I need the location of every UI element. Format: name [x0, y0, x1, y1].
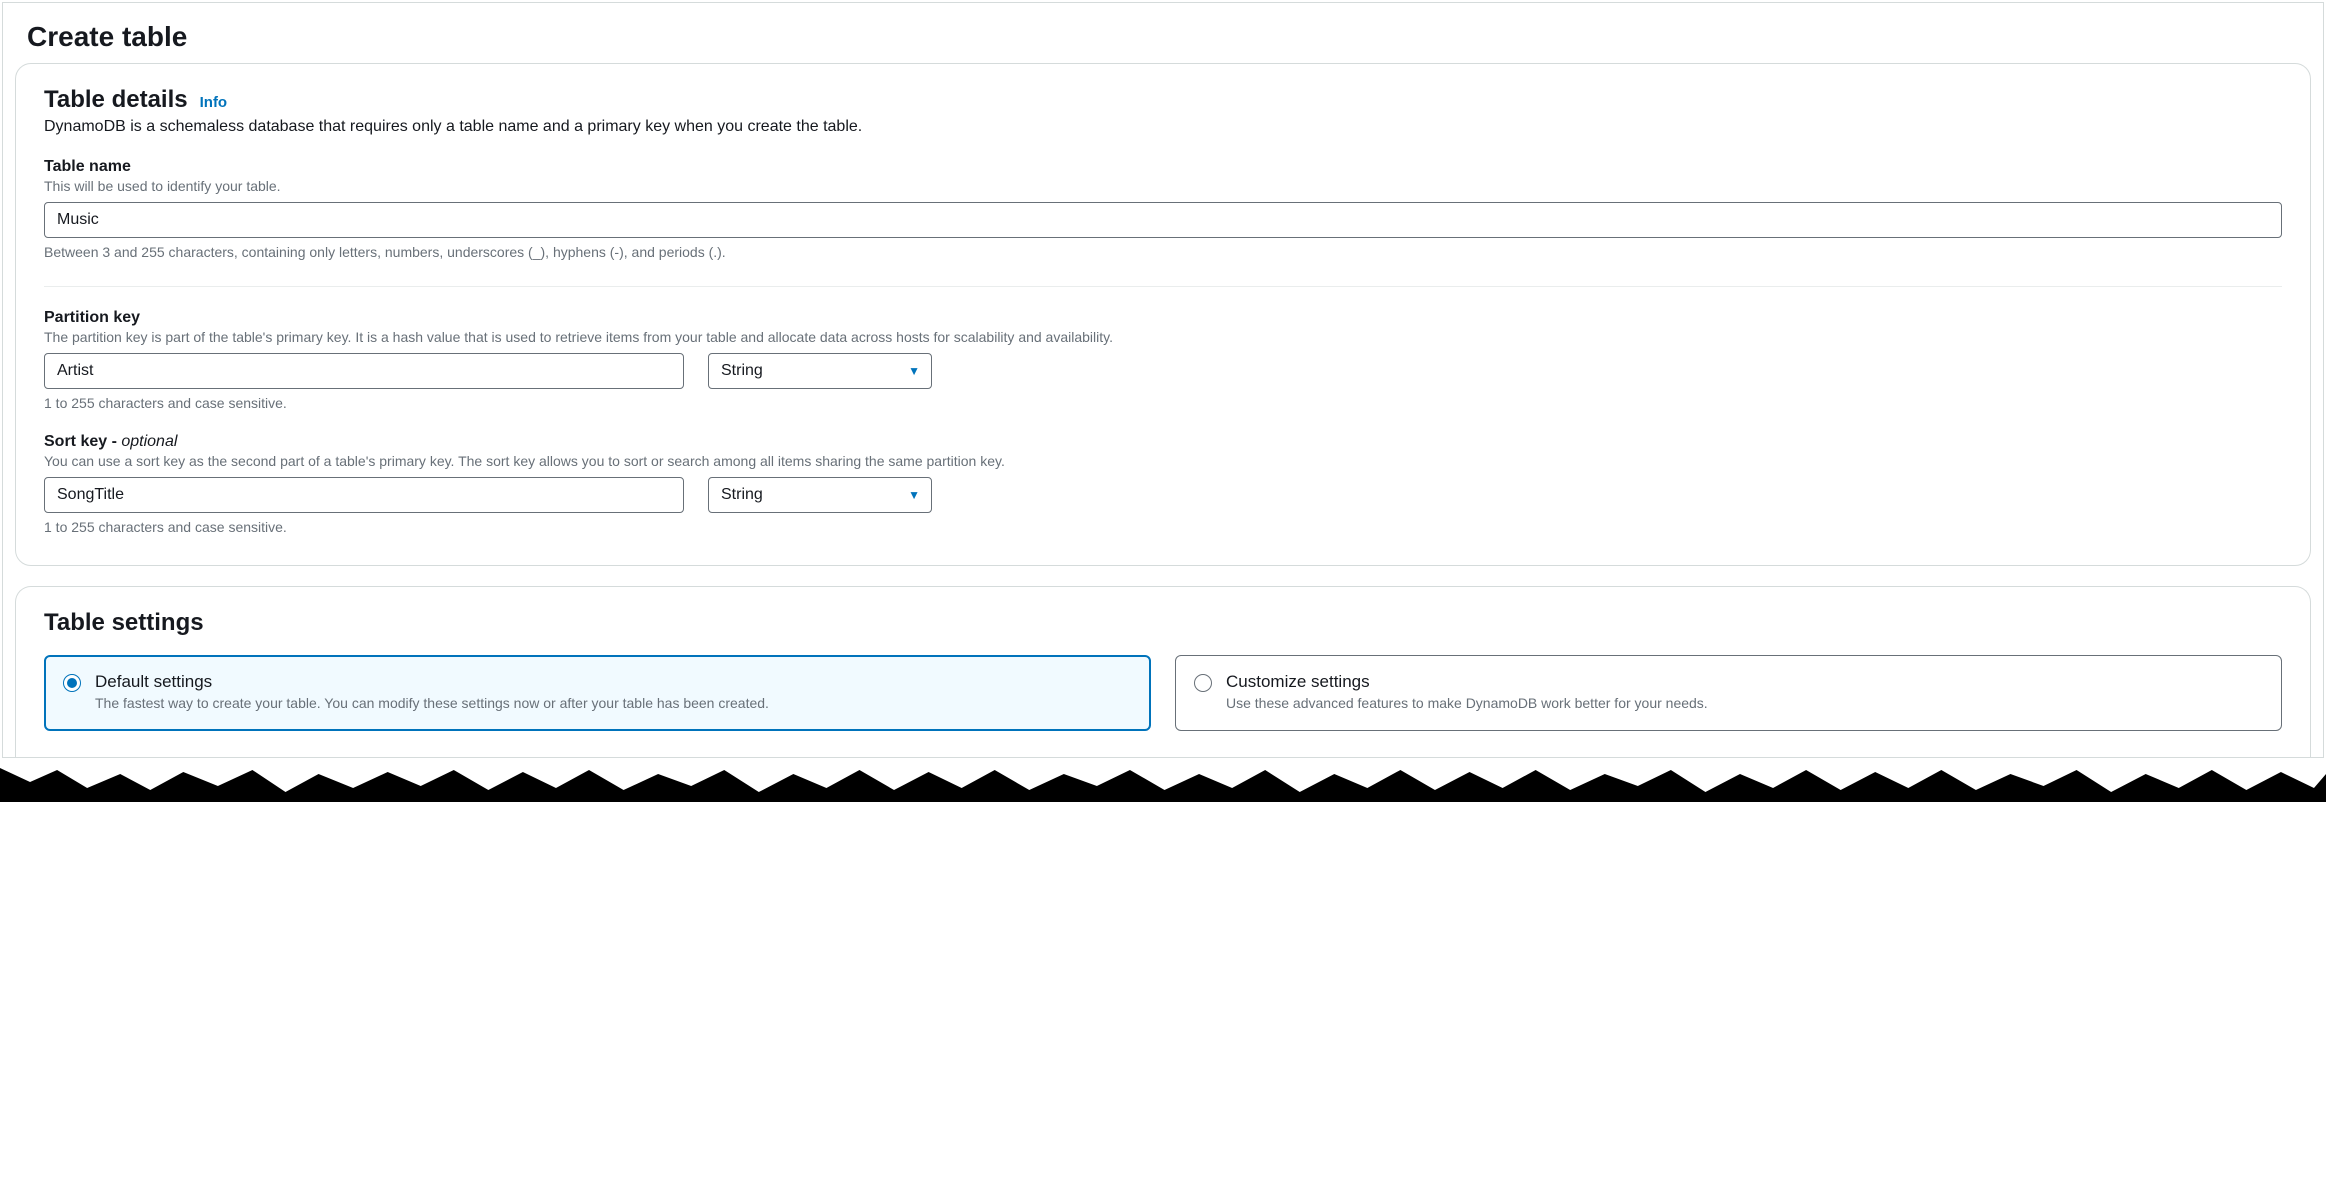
sort-key-type-select[interactable]: String — [708, 477, 932, 513]
table-name-label: Table name — [44, 158, 2282, 176]
partition-key-type-value: String — [721, 362, 763, 380]
sort-key-label-prefix: Sort key - — [44, 433, 121, 450]
partition-key-type-select-wrap: String ▼ — [708, 353, 932, 389]
customize-settings-desc: Use these advanced features to make Dyna… — [1226, 694, 2263, 714]
partition-key-help: 1 to 255 characters and case sensitive. — [44, 395, 684, 411]
partition-key-row: 1 to 255 characters and case sensitive. … — [44, 353, 2282, 411]
sort-key-type-value: String — [721, 486, 763, 504]
sort-key-label: Sort key - optional — [44, 433, 2282, 451]
sort-key-field: Sort key - optional You can use a sort k… — [44, 433, 2282, 535]
sort-key-help: 1 to 255 characters and case sensitive. — [44, 519, 684, 535]
panel-header: Table details Info — [44, 86, 2282, 114]
partition-key-field: Partition key The partition key is part … — [44, 309, 2282, 411]
sort-key-input-wrap: 1 to 255 characters and case sensitive. — [44, 477, 684, 535]
default-settings-radio[interactable]: Default settings The fastest way to crea… — [44, 655, 1151, 731]
sort-key-hint: You can use a sort key as the second par… — [44, 453, 2282, 469]
table-settings-panel: Table settings Default settings The fast… — [15, 586, 2311, 757]
radio-dot-icon — [67, 678, 77, 688]
page-container: Create table Table details Info DynamoDB… — [2, 2, 2324, 758]
default-settings-title: Default settings — [95, 672, 1132, 692]
table-details-title: Table details — [44, 86, 188, 114]
sort-key-input[interactable] — [44, 477, 684, 513]
table-name-help: Between 3 and 255 characters, containing… — [44, 244, 2282, 260]
partition-key-input[interactable] — [44, 353, 684, 389]
page-header: Create table — [3, 3, 2323, 63]
customize-settings-radio[interactable]: Customize settings Use these advanced fe… — [1175, 655, 2282, 731]
default-settings-desc: The fastest way to create your table. Yo… — [95, 694, 1132, 714]
partition-key-label: Partition key — [44, 309, 2282, 327]
partition-key-input-wrap: 1 to 255 characters and case sensitive. — [44, 353, 684, 411]
table-settings-title: Table settings — [44, 609, 2282, 637]
torn-edge-decoration — [0, 760, 2326, 802]
customize-settings-title: Customize settings — [1226, 672, 2263, 692]
radio-content: Default settings The fastest way to crea… — [95, 672, 1132, 714]
partition-key-hint: The partition key is part of the table's… — [44, 329, 2282, 345]
sort-key-type-select-wrap: String ▼ — [708, 477, 932, 513]
table-name-hint: This will be used to identify your table… — [44, 178, 2282, 194]
divider — [44, 286, 2282, 287]
sort-key-optional: optional — [121, 433, 177, 450]
radio-content: Customize settings Use these advanced fe… — [1226, 672, 2263, 714]
table-details-description: DynamoDB is a schemaless database that r… — [44, 118, 2282, 136]
table-name-input[interactable] — [44, 202, 2282, 238]
sort-key-row: 1 to 255 characters and case sensitive. … — [44, 477, 2282, 535]
info-link[interactable]: Info — [200, 94, 228, 111]
radio-icon — [63, 674, 81, 692]
settings-radio-row: Default settings The fastest way to crea… — [44, 655, 2282, 731]
table-details-panel: Table details Info DynamoDB is a schemal… — [15, 63, 2311, 566]
table-name-field: Table name This will be used to identify… — [44, 158, 2282, 260]
partition-key-type-select[interactable]: String — [708, 353, 932, 389]
radio-icon — [1194, 674, 1212, 692]
page-title: Create table — [27, 21, 2299, 53]
